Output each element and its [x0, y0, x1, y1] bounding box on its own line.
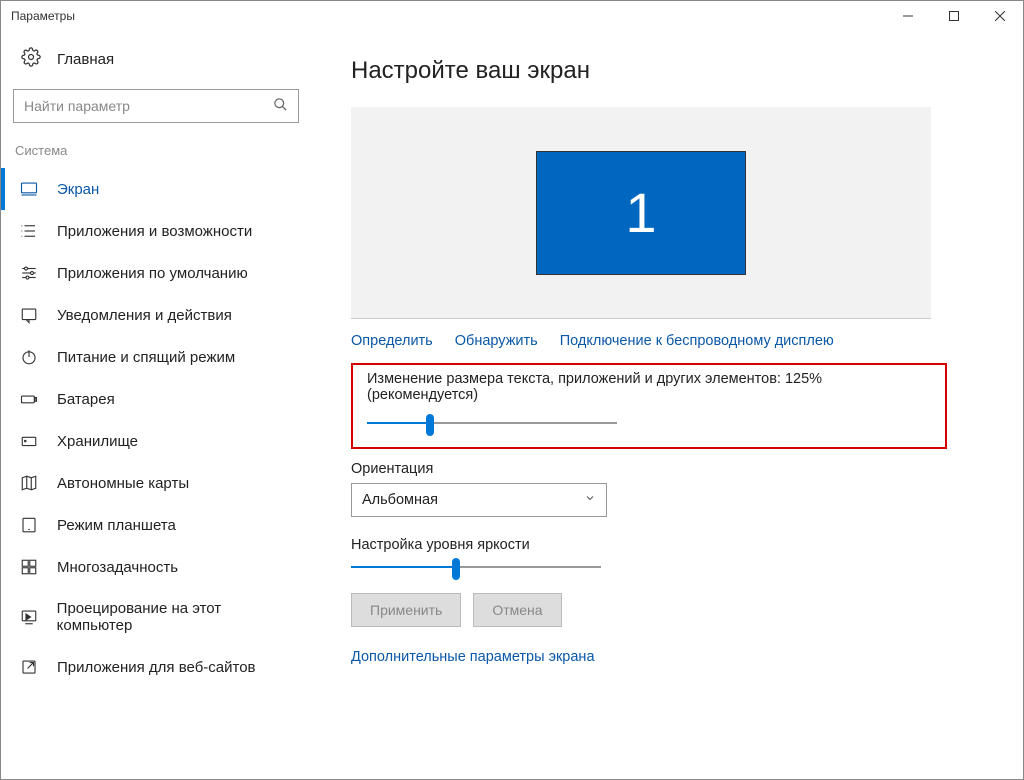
nav-list: Экран Приложения и возможности Приложени…	[1, 168, 311, 688]
search-field[interactable]	[24, 98, 273, 114]
battery-icon	[19, 390, 39, 408]
slider-thumb[interactable]	[452, 558, 460, 580]
sidebar-item-label: Батарея	[57, 391, 115, 408]
scale-label: Изменение размера текста, приложений и д…	[367, 371, 931, 403]
export-icon	[19, 658, 39, 676]
wireless-display-link[interactable]: Подключение к беспроводному дисплею	[560, 333, 834, 349]
cancel-button[interactable]: Отмена	[473, 593, 561, 627]
multitask-icon	[19, 558, 39, 576]
search-icon	[273, 97, 288, 115]
main-content: Настройте ваш экран 1 Определить Обнаруж…	[311, 31, 1023, 779]
group-label: Система	[1, 143, 311, 168]
monitor-icon	[19, 180, 39, 198]
identify-link[interactable]: Определить	[351, 333, 433, 349]
brightness-slider[interactable]	[351, 559, 601, 575]
page-title: Настройте ваш экран	[351, 57, 983, 85]
home-button[interactable]: Главная	[1, 47, 311, 89]
titlebar: Параметры	[1, 1, 1023, 31]
sidebar-item-label: Приложения для веб-сайтов	[57, 659, 256, 676]
sidebar-item-tablet[interactable]: Режим планшета	[1, 504, 311, 546]
brightness-label: Настройка уровня яркости	[351, 537, 983, 553]
sidebar-item-apps-features[interactable]: Приложения и возможности	[1, 210, 311, 252]
sidebar-item-maps[interactable]: Автономные карты	[1, 462, 311, 504]
sidebar-item-label: Хранилище	[57, 433, 138, 450]
orientation-value: Альбомная	[362, 492, 438, 508]
sidebar-item-default-apps[interactable]: Приложения по умолчанию	[1, 252, 311, 294]
advanced-display-link[interactable]: Дополнительные параметры экрана	[351, 649, 983, 665]
sidebar-item-label: Экран	[57, 181, 99, 198]
apply-button[interactable]: Применить	[351, 593, 461, 627]
tablet-icon	[19, 516, 39, 534]
sidebar-item-label: Питание и спящий режим	[57, 349, 235, 366]
scale-section-highlight: Изменение размера текста, приложений и д…	[351, 363, 947, 449]
sidebar-item-display[interactable]: Экран	[1, 168, 311, 210]
sidebar-item-notifications[interactable]: Уведомления и действия	[1, 294, 311, 336]
list-icon	[19, 222, 39, 240]
orientation-select[interactable]: Альбомная	[351, 483, 607, 517]
sidebar-item-label: Проецирование на этот компьютер	[57, 600, 297, 634]
sidebar-item-label: Уведомления и действия	[57, 307, 232, 324]
display-preview[interactable]: 1	[351, 107, 931, 319]
power-icon	[19, 348, 39, 366]
sliders-icon	[19, 264, 39, 282]
minimize-button[interactable]	[885, 1, 931, 31]
scale-slider[interactable]	[367, 415, 617, 431]
sidebar-item-label: Многозадачность	[57, 559, 178, 576]
monitor-thumbnail[interactable]: 1	[536, 151, 746, 275]
sidebar: Главная Система Экран Приложения и возмо…	[1, 31, 311, 779]
close-button[interactable]	[977, 1, 1023, 31]
sidebar-item-battery[interactable]: Батарея	[1, 378, 311, 420]
sidebar-item-multitasking[interactable]: Многозадачность	[1, 546, 311, 588]
sidebar-item-web-apps[interactable]: Приложения для веб-сайтов	[1, 646, 311, 688]
sidebar-item-storage[interactable]: Хранилище	[1, 420, 311, 462]
detect-link[interactable]: Обнаружить	[455, 333, 538, 349]
maximize-button[interactable]	[931, 1, 977, 31]
monitor-number: 1	[625, 180, 656, 245]
search-input[interactable]	[13, 89, 299, 123]
orientation-label: Ориентация	[351, 461, 983, 477]
slider-thumb[interactable]	[426, 414, 434, 436]
gear-icon	[21, 47, 41, 71]
project-icon	[19, 608, 39, 626]
sidebar-item-label: Автономные карты	[57, 475, 189, 492]
home-label: Главная	[57, 51, 114, 68]
window-title: Параметры	[11, 9, 75, 23]
sidebar-item-power[interactable]: Питание и спящий режим	[1, 336, 311, 378]
sidebar-item-label: Режим планшета	[57, 517, 176, 534]
map-icon	[19, 474, 39, 492]
sidebar-item-label: Приложения и возможности	[57, 223, 252, 240]
storage-icon	[19, 432, 39, 450]
sidebar-item-label: Приложения по умолчанию	[57, 265, 248, 282]
notification-icon	[19, 306, 39, 324]
sidebar-item-projecting[interactable]: Проецирование на этот компьютер	[1, 588, 311, 646]
chevron-down-icon	[584, 492, 596, 508]
